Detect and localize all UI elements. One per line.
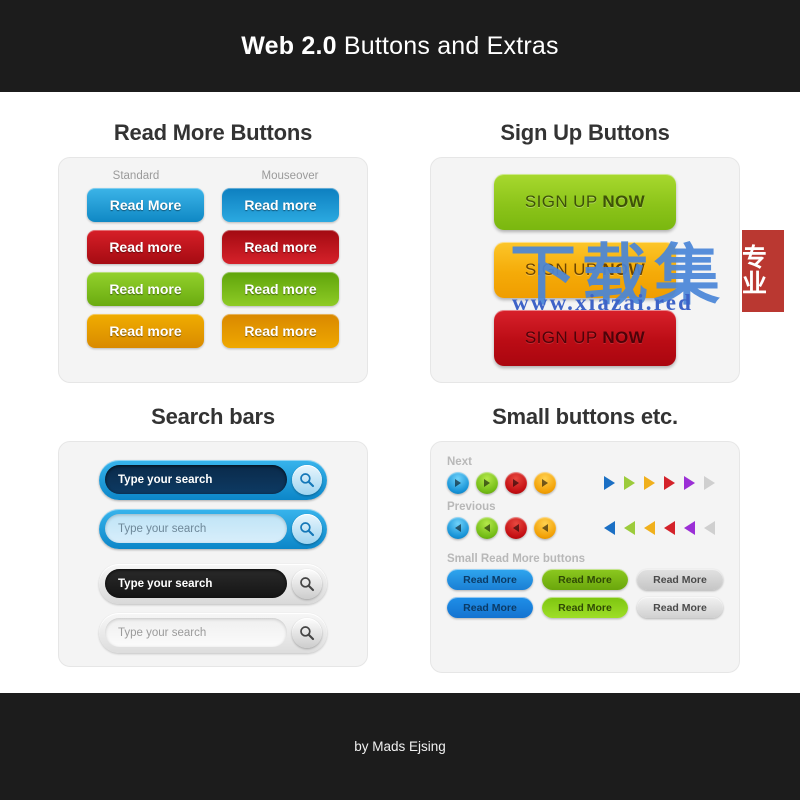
section-title-small-buttons: Small buttons etc. (492, 404, 678, 429)
small-read-more-gray-hover[interactable]: Read More (637, 597, 723, 618)
sign-up-button-red[interactable]: SIGN UP NOW (494, 310, 676, 366)
label-next: Next (447, 456, 472, 468)
next-row (447, 472, 723, 494)
next-triangle-green-icon[interactable] (624, 476, 635, 490)
next-circle-orange-icon[interactable] (534, 472, 556, 494)
search-input-blue-dark[interactable]: Type your search (105, 465, 287, 494)
header-bar: Web 2.0 Buttons and Extras (0, 0, 800, 92)
search-bar-blue-dark[interactable]: Type your search (99, 459, 327, 500)
previous-triangle-gold-icon[interactable] (644, 521, 655, 535)
previous-circle-blue-icon[interactable] (447, 517, 469, 539)
small-read-more-blue-standard[interactable]: Read More (447, 569, 533, 590)
small-read-more-row: Read More Read More Read More (447, 569, 723, 590)
footer-credit: by Mads Ejsing (354, 739, 446, 754)
sign-up-red-emphasis: NOW (602, 328, 646, 347)
small-read-more-blue-hover[interactable]: Read More (447, 597, 533, 618)
section-title-search-bars: Search bars (151, 404, 275, 429)
next-circle-red-icon[interactable] (505, 472, 527, 494)
section-read-more: Read More Buttons Standard Mouseover Rea… (48, 120, 378, 383)
previous-triangle-red-icon[interactable] (664, 521, 675, 535)
sign-up-red-text: SIGN UP (524, 328, 598, 347)
search-icon[interactable] (292, 513, 322, 544)
small-read-more-grid: Read More Read More Read More Read More … (447, 569, 723, 618)
column-header-standard: Standard (112, 170, 160, 182)
previous-triangle-blue-icon[interactable] (604, 521, 615, 535)
next-circle-blue-icon[interactable] (447, 472, 469, 494)
sign-up-button-orange[interactable]: SIGN UP NOW (494, 242, 676, 298)
page-title-highlight: Web 2.0 (241, 31, 337, 60)
read-more-column-standard: Read More Read more Read more Read more (87, 188, 204, 348)
sign-up-button-green[interactable]: SIGN UP NOW (494, 174, 676, 230)
sign-up-orange-text: SIGN UP (524, 260, 598, 279)
search-icon[interactable] (292, 568, 322, 599)
next-circle-green-icon[interactable] (476, 472, 498, 494)
label-previous: Previous (447, 501, 496, 513)
read-more-column-mouseover: Read more Read more Read more Read more (222, 188, 339, 348)
previous-circle-group (447, 517, 556, 539)
search-bars-card: Type your search Type your search Type y… (58, 441, 368, 667)
read-more-column-headers: Standard Mouseover (59, 158, 367, 188)
previous-triangle-group (604, 521, 715, 535)
section-title-read-more: Read More Buttons (113, 120, 313, 145)
search-bar-blue-light[interactable]: Type your search (99, 508, 327, 549)
read-more-card: Standard Mouseover Read More Read more R… (58, 157, 368, 383)
next-triangle-group (604, 476, 715, 490)
previous-circle-green-icon[interactable] (476, 517, 498, 539)
previous-row (447, 517, 723, 539)
read-more-standard-green[interactable]: Read more (87, 272, 204, 306)
sign-up-card: SIGN UP NOW SIGN UP NOW SIGN UP NOW (430, 157, 740, 383)
section-sign-up: Sign Up Buttons SIGN UP NOW SIGN UP NOW SI… (420, 120, 750, 383)
read-more-standard-red[interactable]: Read more (87, 230, 204, 264)
read-more-grid: Read More Read more Read more Read more … (59, 188, 367, 348)
previous-circle-orange-icon[interactable] (534, 517, 556, 539)
read-more-mouseover-green[interactable]: Read more (222, 272, 339, 306)
previous-triangle-green-icon[interactable] (624, 521, 635, 535)
next-triangle-blue-icon[interactable] (604, 476, 615, 490)
read-more-standard-orange[interactable]: Read more (87, 314, 204, 348)
label-small-read-more: Small Read More buttons (447, 553, 586, 565)
page-root: Web 2.0 Buttons and Extras Read More But… (0, 0, 800, 800)
read-more-standard-blue[interactable]: Read More (87, 188, 204, 222)
read-more-mouseover-orange[interactable]: Read more (222, 314, 339, 348)
small-read-more-green-hover[interactable]: Read More (542, 597, 628, 618)
column-header-mouseover: Mouseover (261, 170, 319, 182)
sign-up-orange-emphasis: NOW (602, 260, 646, 279)
page-title: Web 2.0 Buttons and Extras (241, 32, 558, 61)
search-icon[interactable] (292, 617, 322, 648)
section-title-sign-up: Sign Up Buttons (500, 120, 670, 145)
sign-up-green-emphasis: NOW (602, 192, 646, 211)
small-read-more-gray-standard[interactable]: Read More (637, 569, 723, 590)
section-search-bars: Search bars Type your search Type your s… (48, 404, 378, 667)
search-icon[interactable] (292, 464, 322, 495)
section-small-buttons: Small buttons etc. Next Previous Small R… (420, 404, 750, 673)
footer-bar: by Mads Ejsing (0, 693, 800, 800)
search-input-dark[interactable]: Type your search (105, 569, 287, 598)
next-triangle-gold-icon[interactable] (644, 476, 655, 490)
page-title-rest: Buttons and Extras (336, 31, 559, 60)
small-read-more-row: Read More Read More Read More (447, 597, 723, 618)
next-circle-group (447, 472, 556, 494)
search-input-light[interactable]: Type your search (105, 618, 287, 647)
previous-circle-red-icon[interactable] (505, 517, 527, 539)
read-more-mouseover-red[interactable]: Read more (222, 230, 339, 264)
small-buttons-card: Next Previous Small Read More buttons Re… (430, 441, 740, 673)
next-triangle-red-icon[interactable] (664, 476, 675, 490)
read-more-mouseover-blue[interactable]: Read more (222, 188, 339, 222)
previous-triangle-purple-icon[interactable] (684, 521, 695, 535)
search-bar-light[interactable]: Type your search (99, 612, 327, 653)
search-input-blue-light[interactable]: Type your search (105, 514, 287, 543)
search-bar-dark[interactable]: Type your search (99, 563, 327, 604)
previous-triangle-gray-icon[interactable] (704, 521, 715, 535)
small-read-more-green-standard[interactable]: Read More (542, 569, 628, 590)
sign-up-green-text: SIGN UP (524, 192, 598, 211)
next-triangle-gray-icon[interactable] (704, 476, 715, 490)
next-triangle-purple-icon[interactable] (684, 476, 695, 490)
